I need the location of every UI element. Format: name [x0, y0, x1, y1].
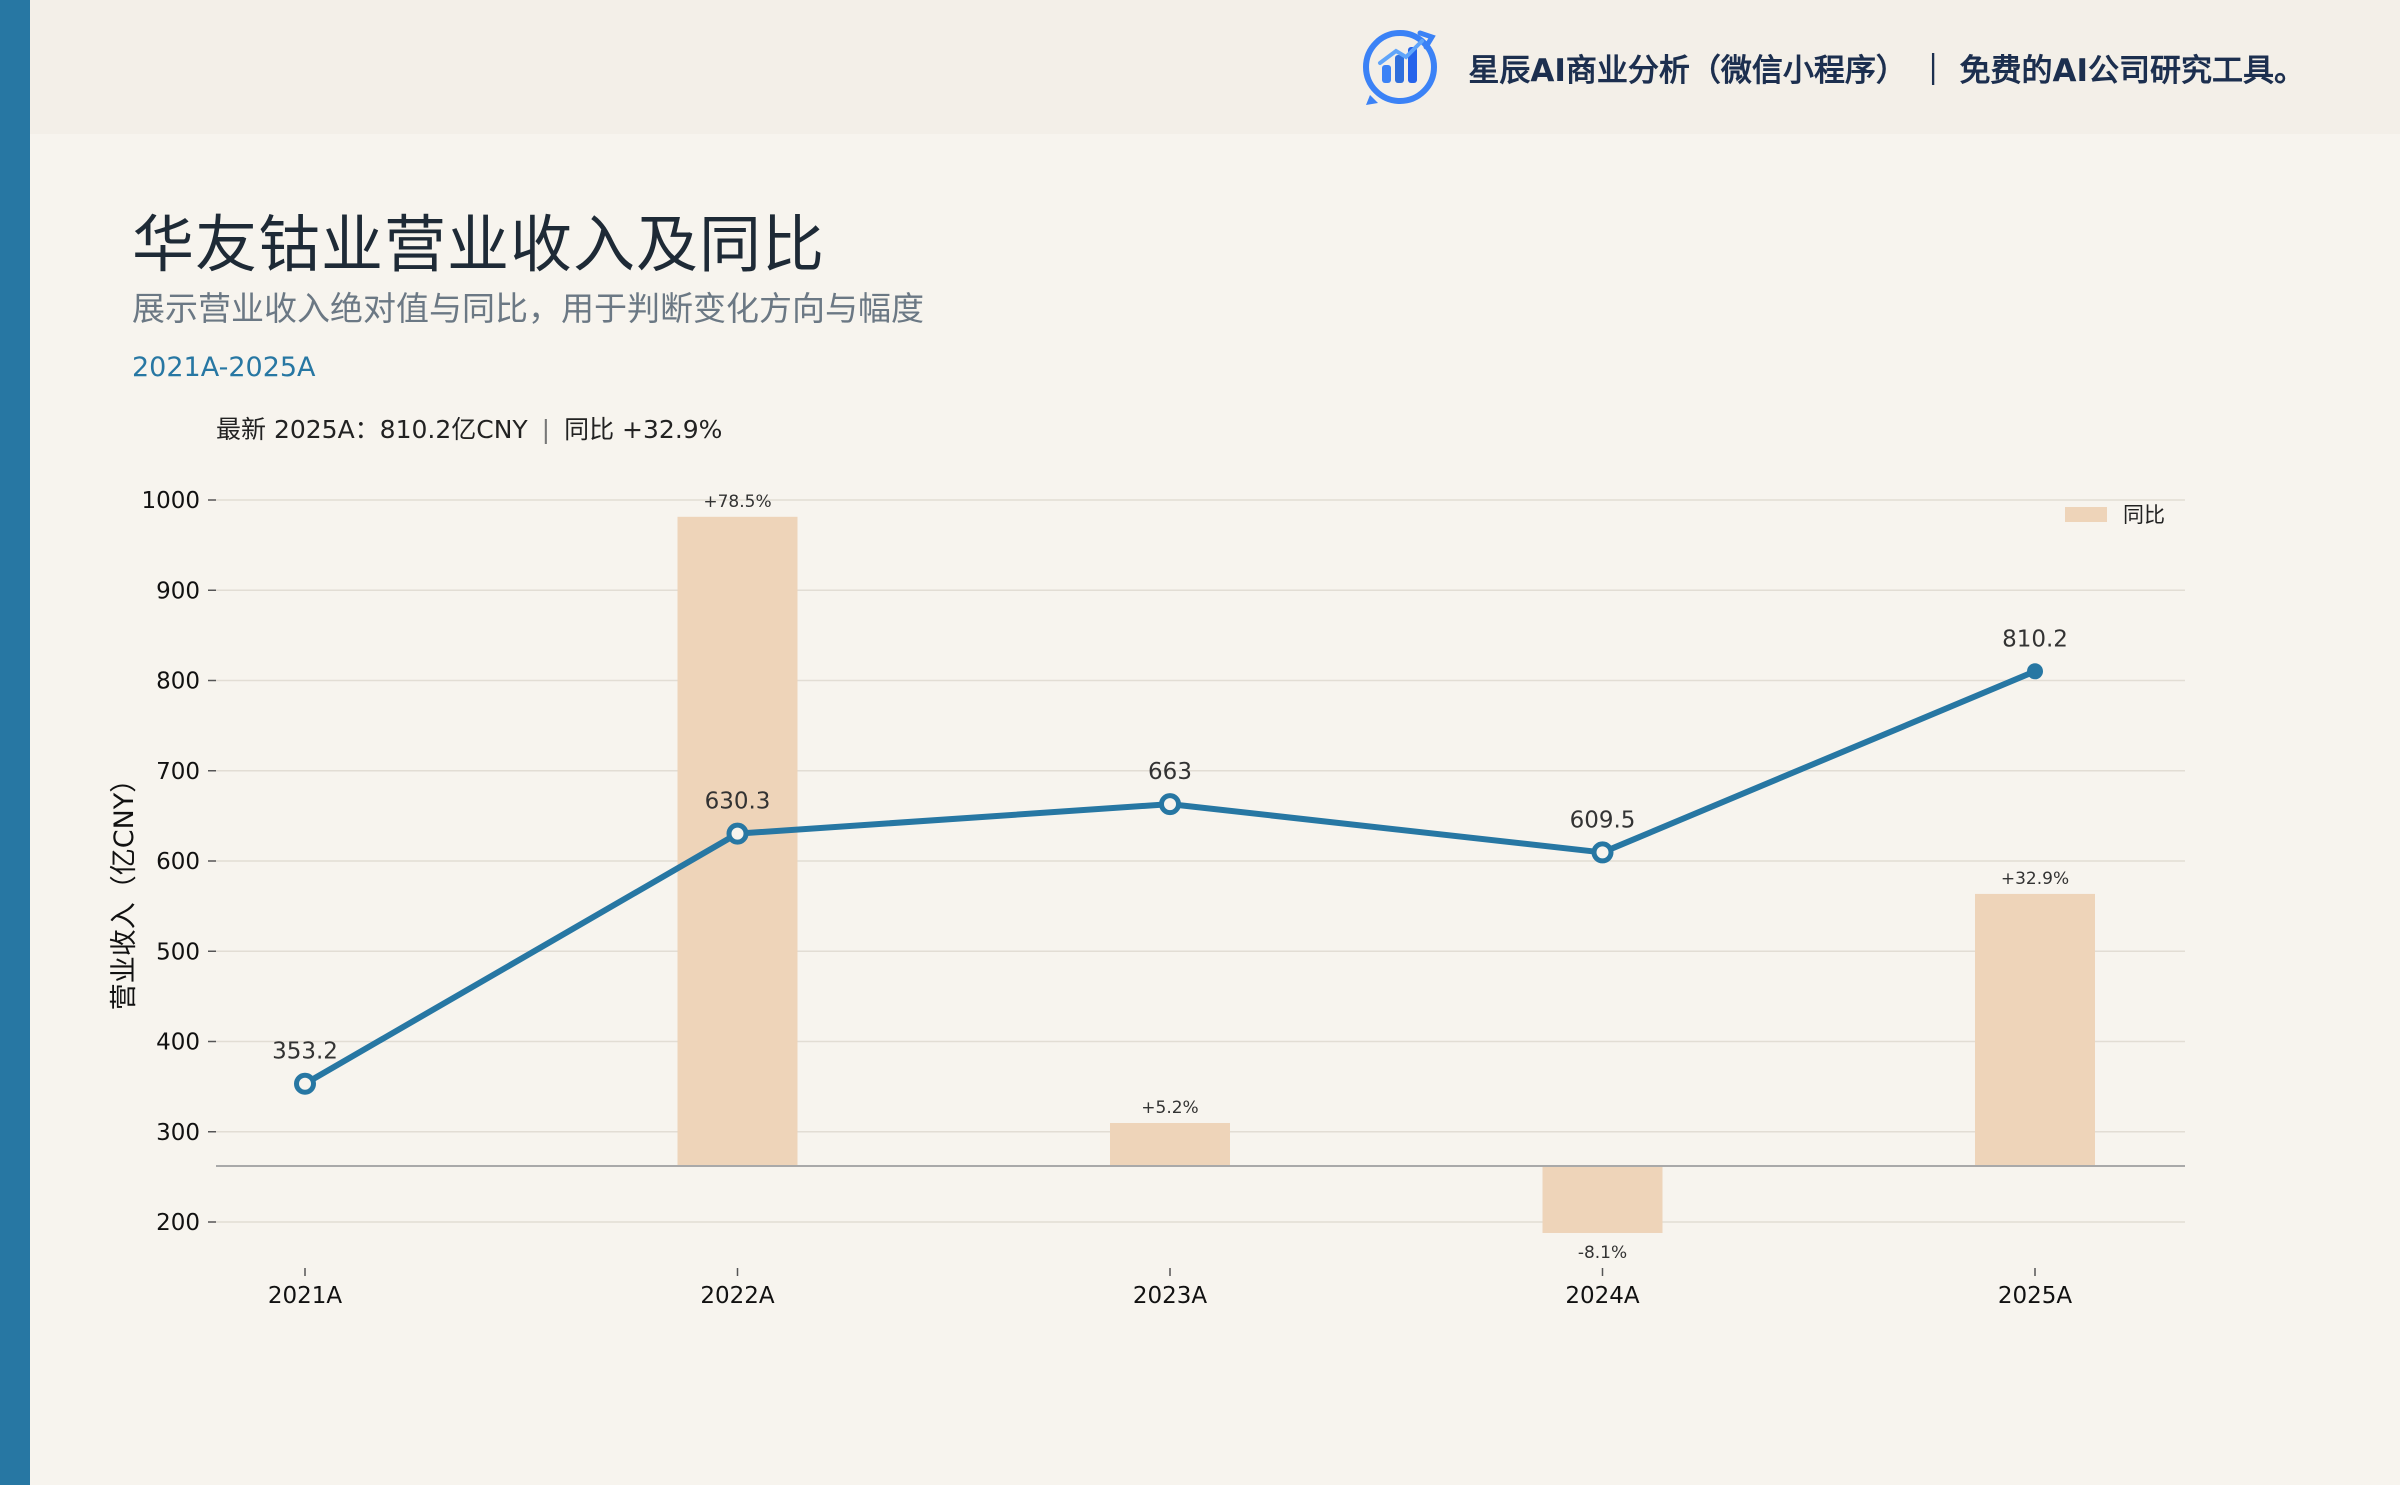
yoy-bar	[1975, 893, 2095, 1166]
y-tick-label: 700	[156, 759, 200, 785]
revenue-value-label: 609.5	[1570, 807, 1636, 833]
yoy-bar	[1542, 1166, 1663, 1233]
legend-swatch	[2065, 507, 2107, 522]
x-tick-label: 2025A	[1998, 1283, 2073, 1309]
yoy-bar-label: +78.5%	[703, 492, 771, 512]
legend-label: 同比	[2123, 503, 2165, 527]
x-tick-label: 2022A	[700, 1283, 775, 1309]
y-axis-title: 营业收入（亿CNY）	[109, 766, 140, 1011]
y-tick-label: 300	[156, 1120, 200, 1146]
revenue-value-label: 810.2	[2002, 626, 2068, 652]
y-tick-label: 500	[156, 939, 200, 965]
yoy-bar	[1110, 1122, 1230, 1166]
revenue-point	[726, 822, 749, 845]
y-tick-label: 600	[156, 849, 200, 875]
x-tick-label: 2023A	[1133, 1283, 1208, 1309]
revenue-chart: 200 300 400 500 600 700 800 900 1000 营业收入（亿CNY） +7…	[109, 488, 2185, 1309]
revenue-point	[294, 1072, 316, 1095]
y-tick-label: 1000	[141, 488, 200, 514]
x-tick-label: 2024A	[1565, 1283, 1640, 1309]
x-tick-label: 2021A	[268, 1283, 343, 1309]
y-tick-label: 400	[156, 1030, 200, 1056]
yoy-bar-label: -8.1%	[1578, 1243, 1627, 1263]
y-tick-label: 200	[156, 1210, 200, 1236]
yoy-bar-label: +32.9%	[2001, 869, 2069, 889]
yoy-bar-label: +5.2%	[1141, 1098, 1198, 1118]
revenue-point	[1591, 841, 1614, 864]
revenue-value-label: 663	[1148, 759, 1192, 785]
revenue-line	[302, 668, 2038, 1087]
y-tick-label: 900	[156, 578, 200, 604]
revenue-point	[1159, 793, 1181, 816]
revenue-point	[2027, 663, 2043, 680]
revenue-value-label: 630.3	[705, 789, 771, 815]
revenue-value-label: 353.2	[272, 1039, 338, 1065]
y-tick-label: 800	[156, 669, 200, 695]
